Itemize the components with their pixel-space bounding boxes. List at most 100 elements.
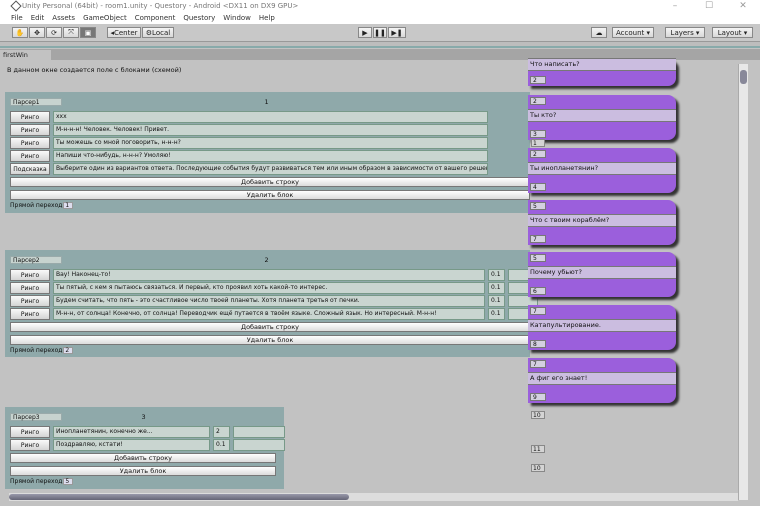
row-value-field[interactable]: 0.1 [488,282,505,294]
cloud-icon[interactable]: ☁ [591,27,607,38]
menu-item-window[interactable]: Window [223,14,251,22]
add-row-button[interactable]: Добавить строку [10,177,530,187]
row-text-field[interactable]: Выберите один из вариантов ответа. После… [53,163,488,175]
table-row: Ринго Ты пятый, с кем я пытаюсь связаться… [10,282,538,295]
pivot-local-button[interactable]: ⚙Local [142,27,174,38]
scale-tool-icon[interactable]: ⤧ [63,27,79,38]
pivot-center-button[interactable]: ◂Center [107,27,141,38]
title-bar: Unity Personal (64bit) - room1.unity - Q… [0,0,760,12]
close-button[interactable]: ✕ [726,0,760,12]
rotate-tool-icon[interactable]: ⟳ [46,27,62,38]
maximize-button[interactable]: ☐ [692,0,726,12]
menu-item-file[interactable]: File [11,14,23,22]
menu-item-component[interactable]: Component [135,14,176,22]
menu-item-assets[interactable]: Assets [52,14,75,22]
move-tool-icon[interactable]: ✥ [29,27,45,38]
speaker-button[interactable]: Ринго [10,282,50,294]
delete-block-button[interactable]: Удалить блок [10,335,530,345]
row-text-field[interactable]: М-н-н, от солнца! Конечно, от солнца! Пе… [53,308,485,320]
dialog-node-card[interactable]: Что написать? 2 [528,58,676,86]
menu-item-gameobject[interactable]: GameObject [83,14,127,22]
parser-name-input[interactable]: Парсер3 [10,413,62,421]
row-extra-field[interactable] [233,439,285,451]
node-output-field[interactable]: 9 [530,393,546,401]
node-output-field[interactable]: 4 [530,183,546,191]
dialog-node-card[interactable]: 2 Ты кто? 3 [528,95,676,140]
speaker-button[interactable]: Ринго [10,124,50,136]
loose-number-field[interactable]: 10 [531,464,545,472]
speaker-button[interactable]: Ринго [10,426,50,438]
direct-jump-input[interactable]: 1 [63,202,74,209]
horizontal-scroll-thumb[interactable] [9,494,349,500]
row-value-field[interactable]: 0.1 [213,439,230,451]
speaker-button[interactable]: Ринго [10,150,50,162]
add-row-button[interactable]: Добавить строку [10,322,530,332]
row-text-field[interactable]: Инопланетянин, конечно же... [53,426,210,438]
row-text-field[interactable]: Будем считать, что пять - это счастливое… [53,295,485,307]
add-row-button[interactable]: Добавить строку [10,453,276,463]
unity-logo-icon [10,0,22,12]
row-extra-field[interactable] [233,426,285,438]
direct-jump-input[interactable]: 2 [63,347,74,354]
row-text-field[interactable]: Поздравляю, кстати! [53,439,210,451]
row-value-field[interactable]: 2 [213,426,230,438]
row-text-field[interactable]: Ты можешь со мной поговорить, н-н-н? [53,137,488,149]
row-text-field[interactable]: Напиши что-нибудь, н-н-н? Умоляю! [53,150,488,162]
layout-dropdown[interactable]: Layout ▾ [712,27,753,38]
menu-item-help[interactable]: Help [259,14,275,22]
vertical-scrollbar[interactable] [738,64,748,500]
speaker-button[interactable]: Ринго [10,295,50,307]
dialog-node-card[interactable]: 7 Катапультирование. 8 [528,305,676,350]
node-input-field[interactable]: 7 [530,360,546,368]
node-output-field[interactable]: 3 [530,130,546,138]
tab-firstwin[interactable]: firstWin [0,50,51,60]
delete-block-button[interactable]: Удалить блок [10,190,530,200]
node-output-field[interactable]: 6 [530,287,546,295]
speaker-button[interactable]: Ринго [10,308,50,320]
minimize-button[interactable]: – [658,0,692,12]
play-button[interactable]: ▶ [358,27,372,38]
node-input-field[interactable]: 7 [530,307,546,315]
menu-item-questory[interactable]: Questory [183,14,215,22]
loose-number-field[interactable]: 1 [531,139,545,147]
row-text-field[interactable]: Ты пятый, с кем я пытаюсь связаться. И п… [53,282,485,294]
step-button[interactable]: ▶❚ [388,27,406,38]
node-input-field[interactable]: 2 [530,150,546,158]
speaker-button[interactable]: Подсказка [10,163,50,175]
dialog-node-card[interactable]: 5 Почему убьют? 6 [528,252,676,297]
row-text-field[interactable]: М-н-н-н! Человек. Человек! Привет. [53,124,488,136]
parser-name-input[interactable]: Парсер1 [10,98,62,106]
direct-jump-input[interactable]: 5 [63,478,74,485]
dialog-node-card[interactable]: 5 Что с твоим кораблём? 7 [528,200,676,245]
hand-tool-icon[interactable]: ✋ [12,27,28,38]
node-input-field[interactable]: 2 [530,97,546,105]
speaker-button[interactable]: Ринго [10,137,50,149]
speaker-button[interactable]: Ринго [10,439,50,451]
pause-button[interactable]: ❚❚ [373,27,387,38]
loose-number-field[interactable]: 11 [531,445,545,453]
dialog-node-card[interactable]: 7 А фиг его знает! 9 [528,358,676,403]
node-output-field[interactable]: 8 [530,340,546,348]
parser-name-input[interactable]: Парсер2 [10,256,62,264]
row-text-field[interactable]: Вау! Наконец-то! [53,269,485,281]
layers-dropdown[interactable]: Layers ▾ [665,27,705,38]
account-dropdown[interactable]: Account ▾ [612,27,654,38]
node-input-field[interactable]: 5 [530,202,546,210]
node-text: А фиг его знает! [528,372,676,385]
row-text-field[interactable]: xxx [53,111,488,123]
menu-item-edit[interactable]: Edit [31,14,45,22]
row-value-field[interactable]: 0.1 [488,269,505,281]
dialog-node-card[interactable]: 2 Ты инопланетянин? 4 [528,148,676,193]
row-value-field[interactable]: 0.1 [488,295,505,307]
delete-block-button[interactable]: Удалить блок [10,466,276,476]
speaker-button[interactable]: Ринго [10,269,50,281]
speaker-button[interactable]: Ринго [10,111,50,123]
node-input-field[interactable]: 5 [530,254,546,262]
node-output-field[interactable]: 2 [530,76,546,84]
row-value-field[interactable]: 0.1 [488,308,505,320]
node-output-field[interactable]: 7 [530,235,546,243]
loose-number-field[interactable]: 10 [531,411,545,419]
vertical-scroll-thumb[interactable] [740,70,747,84]
table-row: Ринго Вау! Наконец-то! 0.1 [10,269,538,282]
rect-tool-icon[interactable]: ▣ [80,27,96,38]
